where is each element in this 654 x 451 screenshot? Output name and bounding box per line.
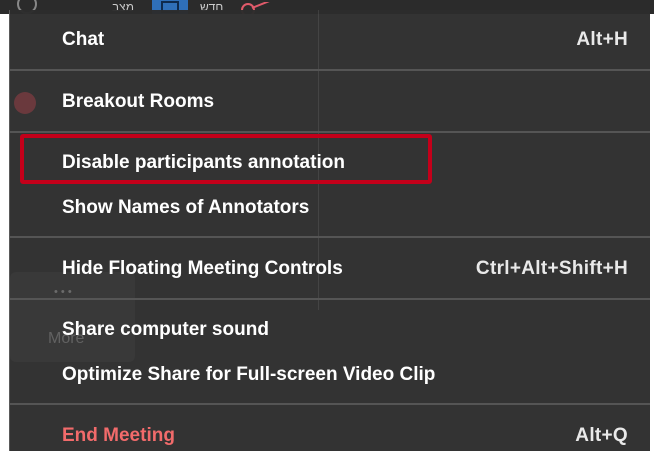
menu-item-label: Share computer sound	[62, 319, 269, 340]
more-options-menu: • • • More Chat Alt+H Breakout Rooms Dis…	[10, 10, 650, 451]
menu-separator	[10, 236, 650, 238]
menu-item-chat[interactable]: Chat Alt+H	[10, 24, 650, 56]
menu-item-label: Show Names of Annotators	[62, 197, 310, 218]
menu-separator	[10, 131, 650, 133]
menu-item-shortcut: Alt+Q	[575, 425, 628, 446]
menu-item-label: Breakout Rooms	[62, 91, 215, 112]
background-more-dots: • • •	[54, 286, 72, 298]
menu-item-breakout-rooms[interactable]: Breakout Rooms	[10, 86, 650, 118]
menu-item-label: Hide Floating Meeting Controls	[62, 258, 343, 279]
menu-item-end-meeting[interactable]: End Meeting Alt+Q	[10, 420, 650, 451]
menu-separator	[10, 69, 650, 71]
menu-item-shortcut: Ctrl+Alt+Shift+H	[475, 258, 628, 279]
menu-item-label: End Meeting	[62, 425, 175, 446]
menu-item-label: Chat	[62, 29, 105, 50]
menu-item-label: Optimize Share for Full-screen Video Cli…	[62, 364, 436, 385]
menu-item-share-sound[interactable]: Share computer sound	[10, 314, 650, 346]
menu-item-shortcut: Alt+H	[576, 29, 628, 50]
menu-item-optimize-share[interactable]: Optimize Share for Full-screen Video Cli…	[10, 359, 650, 391]
highlight-annotation-box	[20, 134, 432, 184]
menu-item-show-annotators[interactable]: Show Names of Annotators	[10, 192, 650, 224]
menu-separator	[10, 403, 650, 405]
menu-item-hide-floating-controls[interactable]: Hide Floating Meeting Controls Ctrl+Alt+…	[10, 253, 650, 285]
menu-separator	[10, 298, 650, 300]
